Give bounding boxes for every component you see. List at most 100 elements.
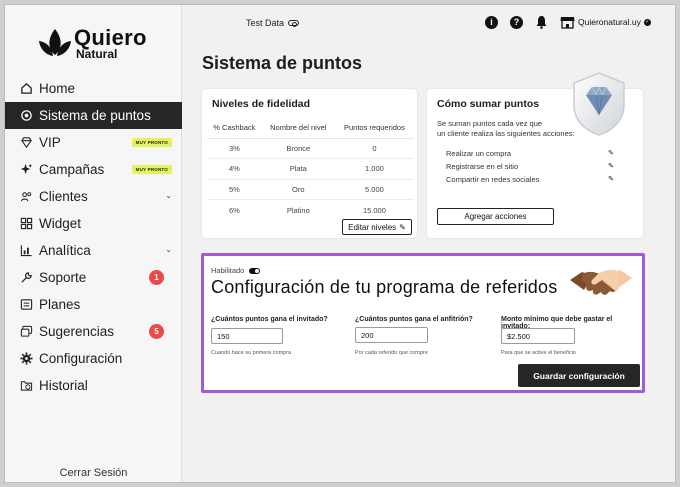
page-title: Sistema de puntos <box>202 53 363 73</box>
sidebar-item-widget[interactable]: Widget <box>5 210 182 237</box>
card-title: Niveles de fidelidad <box>212 98 311 110</box>
logout-link[interactable]: Cerrar Sesión <box>5 467 182 479</box>
sidebar-item-label: Soporte <box>39 270 87 285</box>
sidebar-item-clientes[interactable]: Clientes ⌄ <box>5 183 182 210</box>
card-title: Cómo sumar puntos <box>437 98 540 110</box>
sidebar-item-label: Configuración <box>39 351 123 366</box>
sidebar-item-planes[interactable]: Planes <box>5 291 182 318</box>
notification-count-badge: 5 <box>149 324 164 339</box>
info-icon[interactable]: i <box>485 15 498 29</box>
points-cell: 5.000 <box>334 179 414 200</box>
level-name-cell: Oro <box>261 179 335 200</box>
description-line: Se suman puntos cada vez que <box>437 119 543 128</box>
host-points-help: Por cada referido que compre <box>355 350 428 356</box>
min-spend-help: Para que se active el beneficio <box>501 350 576 356</box>
sidebar-item-home[interactable]: Home <box>5 75 182 102</box>
toggle-on-icon[interactable] <box>249 267 261 274</box>
save-config-button[interactable]: Guardar configuración <box>518 364 640 387</box>
points-cell: 15.000 <box>362 205 386 215</box>
guest-points-help: Cuando hace su primera compra <box>211 350 292 356</box>
column-header: Puntos requeridos <box>334 118 414 139</box>
points-cell: 0 <box>334 138 414 159</box>
sidebar-item-vip[interactable]: VIP MUY PRONTO <box>5 129 182 156</box>
coming-soon-badge: MUY PRONTO <box>131 165 172 174</box>
leaf-logo-icon <box>39 29 71 56</box>
test-data-toggle[interactable]: Test Data <box>246 18 300 28</box>
bell-icon[interactable] <box>535 15 548 29</box>
store-icon <box>560 16 575 29</box>
diamond-icon <box>19 136 33 150</box>
description-line: un cliente realiza las siguientes accion… <box>437 129 575 138</box>
sparkle-icon <box>19 163 33 177</box>
app-window: Quiero Natural Home Sistema de puntos VI… <box>4 4 676 483</box>
sidebar-item-label: Analítica <box>39 243 91 258</box>
pencil-icon[interactable]: ✎ <box>608 149 614 157</box>
cashback-cell: 3% <box>207 138 262 159</box>
brand-logo[interactable]: Quiero Natural <box>38 25 158 67</box>
toggle-off-icon[interactable] <box>288 20 300 27</box>
levels-table: % Cashback Nombre del nivel Puntos reque… <box>207 118 414 220</box>
sidebar-item-sugerencias[interactable]: Sugerencias 5 <box>5 318 182 345</box>
sidebar-item-label: Campañas <box>39 162 105 177</box>
actions-list: Realizar un compra ✎ Registrarse en el s… <box>446 149 614 188</box>
cashback-cell: 4% <box>207 158 262 180</box>
bar-chart-icon <box>19 244 33 258</box>
pencil-icon: ✎ <box>399 222 406 232</box>
sidebar-item-soporte[interactable]: Soporte 1 <box>5 264 182 291</box>
sidebar-item-sistema-de-puntos[interactable]: Sistema de puntos <box>5 102 182 129</box>
sidebar-item-label: Sugerencias <box>39 324 115 339</box>
diamond-badge-icon <box>573 72 625 136</box>
host-points-input[interactable]: 200 <box>355 327 428 343</box>
gear-icon <box>19 352 33 366</box>
host-points-label: ¿Cuántos puntos gana el anfitrión? <box>355 316 473 323</box>
sidebar-item-historial[interactable]: Historial <box>5 372 182 399</box>
help-icon[interactable]: ? <box>510 15 523 29</box>
sidebar-item-campanas[interactable]: Campañas MUY PRONTO <box>5 156 182 183</box>
level-name-cell: Plata <box>261 158 335 180</box>
action-label: Compartir en redes sociales <box>446 175 540 184</box>
top-bar: Test Data i ? Quieronatural.uy ✓ <box>183 5 675 39</box>
earn-description: Se suman puntos cada vez que un cliente … <box>437 119 587 139</box>
chevron-down-icon: ⌄ <box>165 245 172 254</box>
enabled-toggle[interactable]: Habilitado <box>211 266 261 275</box>
cashback-cell: 6% <box>228 205 240 215</box>
table-row: 4% Plata 1.000 <box>207 158 414 180</box>
action-label: Registrarse en el sitio <box>446 162 519 171</box>
test-data-label: Test Data <box>246 18 285 28</box>
sidebar-item-label: Widget <box>39 216 82 231</box>
sidebar-item-label: Clientes <box>39 189 88 204</box>
sidebar-item-label: Home <box>39 81 76 96</box>
top-icons: i ? Quieronatural.uy ✓ <box>485 15 651 29</box>
table-row: 3% Bronce 0 <box>207 138 414 159</box>
sidebar-item-label: Planes <box>39 297 81 312</box>
store-selector[interactable]: Quieronatural.uy ✓ <box>560 16 651 29</box>
pencil-icon[interactable]: ✎ <box>608 175 614 183</box>
points-cell: 1.000 <box>334 158 414 180</box>
list-item: Registrarse en el sitio ✎ <box>446 162 614 175</box>
edit-levels-button[interactable]: Editar niveles ✎ <box>342 219 412 235</box>
chevron-down-icon: ⌄ <box>165 191 172 200</box>
brand-tagline: Natural <box>76 47 118 61</box>
sidebar-item-label: VIP <box>39 135 61 150</box>
level-name-cell: Bronce <box>261 138 335 159</box>
add-actions-button[interactable]: Agregar acciones <box>437 208 554 225</box>
guest-points-input[interactable]: 150 <box>211 328 283 344</box>
sidebar-item-analitica[interactable]: Analítica ⌄ <box>5 237 182 264</box>
grid-icon <box>19 217 33 231</box>
column-header: Nombre del nivel <box>261 118 335 139</box>
sidebar-item-configuracion[interactable]: Configuración <box>5 345 182 372</box>
sidebar-item-label: Historial <box>39 378 88 393</box>
home-icon <box>19 82 33 96</box>
enabled-label: Habilitado <box>211 266 245 275</box>
loyalty-levels-card: Niveles de fidelidad % Cashback Nombre d… <box>202 89 417 238</box>
list-item: Compartir en redes sociales ✎ <box>446 175 614 188</box>
pencil-icon[interactable]: ✎ <box>608 162 614 170</box>
list-icon <box>19 298 33 312</box>
notification-count-badge: 1 <box>149 270 164 285</box>
list-item: Realizar un compra ✎ <box>446 149 614 162</box>
min-spend-input[interactable]: $2.500 <box>501 328 575 344</box>
points-icon <box>19 109 33 123</box>
action-label: Realizar un compra <box>446 149 512 158</box>
store-name: Quieronatural.uy <box>578 17 641 27</box>
table-row: 5% Oro 5.000 <box>207 179 414 200</box>
